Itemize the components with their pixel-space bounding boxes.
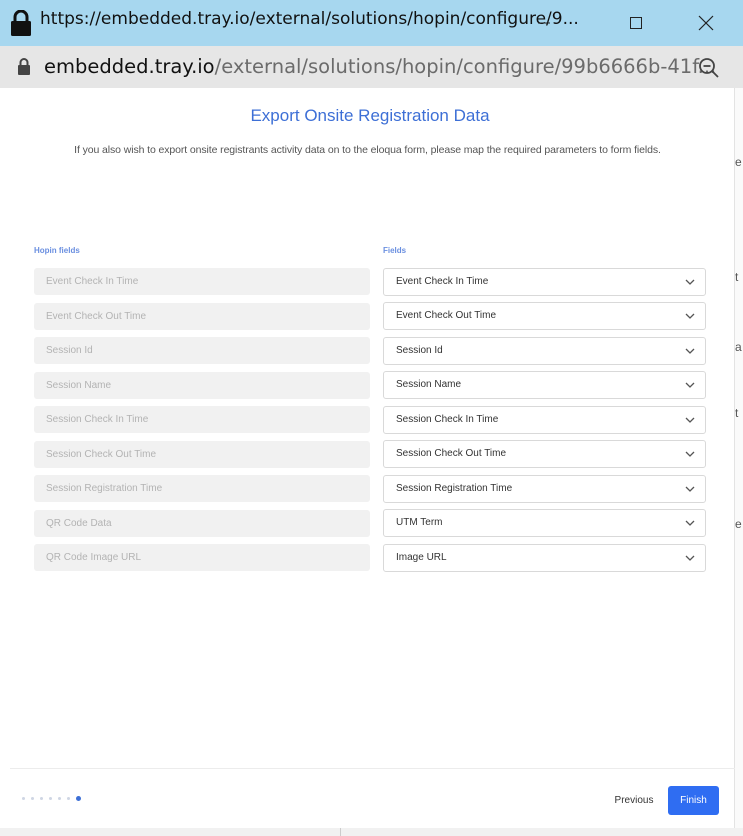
- field-select[interactable]: Session Id: [383, 337, 706, 365]
- hopin-field: Session Id: [34, 337, 370, 364]
- address-url[interactable]: embedded.tray.io/external/solutions/hopi…: [44, 55, 716, 78]
- minimize-button[interactable]: [522, 6, 566, 40]
- step-dot: [31, 797, 34, 800]
- step-dot: [40, 797, 43, 800]
- chevron-down-icon: [685, 348, 695, 354]
- field-select[interactable]: Event Check Out Time: [383, 302, 706, 330]
- hopin-field: Session Check Out Time: [34, 441, 370, 468]
- finish-button[interactable]: Finish: [668, 786, 719, 815]
- zoom-out-icon[interactable]: [697, 56, 721, 80]
- field-select-value: Session Check In Time: [396, 414, 499, 425]
- field-select[interactable]: UTM Term: [383, 509, 706, 537]
- step-dot: [22, 797, 25, 800]
- field-select-value: UTM Term: [396, 517, 443, 528]
- field-select-value: Event Check Out Time: [396, 310, 497, 321]
- field-select[interactable]: Session Check Out Time: [383, 440, 706, 468]
- field-select-value: Session Check Out Time: [396, 448, 507, 459]
- background-text: e: [735, 517, 742, 531]
- secure-lock-icon: [18, 58, 30, 75]
- footer-divider: [10, 768, 735, 769]
- address-bar[interactable]: embedded.tray.io/external/solutions/hopi…: [0, 46, 743, 88]
- minimize-icon: [538, 22, 550, 24]
- chevron-down-icon: [685, 279, 695, 285]
- field-select[interactable]: Session Check In Time: [383, 406, 706, 434]
- hopin-field: Session Name: [34, 372, 370, 399]
- field-select[interactable]: Session Registration Time: [383, 475, 706, 503]
- hopin-field: QR Code Data: [34, 510, 370, 537]
- field-select[interactable]: Session Name: [383, 371, 706, 399]
- hopin-field: QR Code Image URL: [34, 544, 370, 571]
- field-select[interactable]: Image URL: [383, 544, 706, 572]
- step-dot: [58, 797, 61, 800]
- maximize-icon: [630, 17, 642, 29]
- lock-icon: [11, 10, 31, 36]
- close-icon: [698, 15, 714, 31]
- url-host: embedded.tray.io: [44, 55, 215, 78]
- chevron-down-icon: [685, 555, 695, 561]
- step-dot: [49, 797, 52, 800]
- step-dot: [67, 797, 70, 800]
- chevron-down-icon: [685, 520, 695, 526]
- background-page: [735, 88, 743, 836]
- background-text: a: [735, 340, 742, 354]
- chevron-down-icon: [685, 486, 695, 492]
- field-select[interactable]: Event Check In Time: [383, 268, 706, 296]
- step-dot-active: [76, 796, 81, 801]
- previous-button[interactable]: Previous: [608, 787, 660, 813]
- hopin-field: Session Registration Time: [34, 475, 370, 502]
- hopin-fields-label: Hopin fields: [34, 246, 80, 255]
- background-text: e: [735, 155, 742, 169]
- background-divider: [340, 828, 341, 836]
- chevron-down-icon: [685, 382, 695, 388]
- hopin-field: Event Check In Time: [34, 268, 370, 295]
- field-select-value: Image URL: [396, 552, 447, 563]
- window-title-bar: https://embedded.tray.io/external/soluti…: [0, 0, 743, 46]
- hopin-field: Session Check In Time: [34, 406, 370, 433]
- chevron-down-icon: [685, 417, 695, 423]
- background-text: t: [735, 270, 739, 284]
- export-modal: Export Onsite Registration Data If you a…: [0, 88, 735, 828]
- background-text: t: [735, 406, 739, 420]
- hopin-field: Event Check Out Time: [34, 303, 370, 330]
- fields-label: Fields: [383, 246, 407, 255]
- window-title: https://embedded.tray.io/external/soluti…: [40, 9, 579, 29]
- field-select-value: Event Check In Time: [396, 276, 489, 287]
- modal-subtitle: If you also wish to export onsite regist…: [74, 144, 661, 156]
- modal-title: Export Onsite Registration Data: [250, 106, 490, 125]
- field-select-value: Session Id: [396, 345, 443, 356]
- chevron-down-icon: [685, 451, 695, 457]
- chevron-down-icon: [685, 313, 695, 319]
- background-page-bottom: [0, 828, 743, 836]
- field-select-value: Session Name: [396, 379, 462, 390]
- step-indicator: [22, 796, 81, 801]
- close-window-button[interactable]: [684, 6, 728, 40]
- field-select-value: Session Registration Time: [396, 483, 513, 494]
- url-path: /external/solutions/hopin/configure/99b6…: [214, 55, 717, 78]
- maximize-button[interactable]: [614, 6, 658, 40]
